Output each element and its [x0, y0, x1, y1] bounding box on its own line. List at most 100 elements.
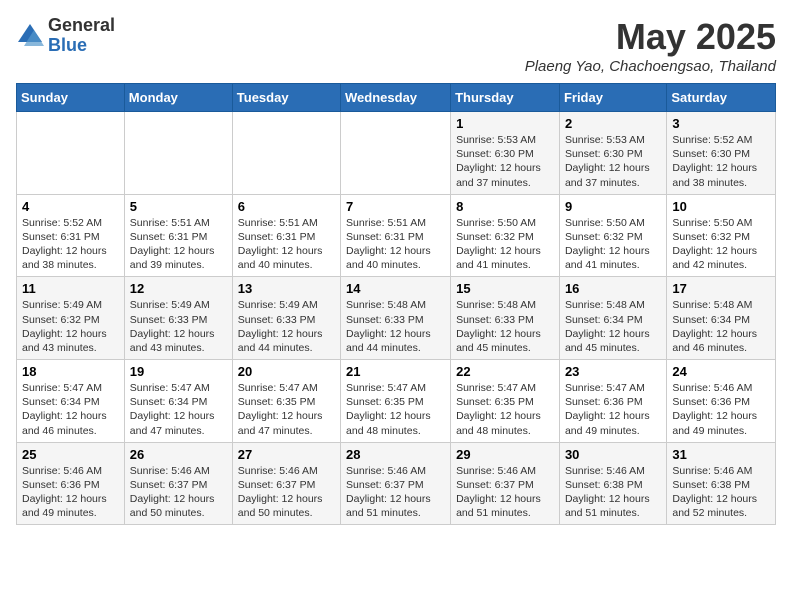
- day-info: Sunrise: 5:48 AM Sunset: 6:33 PM Dayligh…: [346, 298, 445, 355]
- calendar-day-header: Saturday: [667, 84, 776, 112]
- location-title: Plaeng Yao, Chachoengsao, Thailand: [525, 58, 776, 75]
- day-info: Sunrise: 5:48 AM Sunset: 6:33 PM Dayligh…: [456, 298, 554, 355]
- calendar-cell: 2 Sunrise: 5:53 AM Sunset: 6:30 PM Daylig…: [559, 112, 666, 195]
- calendar-day-header: Monday: [124, 84, 232, 112]
- day-info: Sunrise: 5:47 AM Sunset: 6:35 PM Dayligh…: [238, 381, 335, 438]
- calendar-body: 1 Sunrise: 5:53 AM Sunset: 6:30 PM Daylig…: [17, 112, 776, 525]
- calendar-week-row: 18Sunrise: 5:47 AM Sunset: 6:34 PM Dayli…: [17, 360, 776, 443]
- day-number: 3: [672, 116, 770, 131]
- calendar-cell: 13Sunrise: 5:49 AM Sunset: 6:33 PM Dayli…: [232, 277, 340, 360]
- page-header: General Blue May 2025 Plaeng Yao, Chacho…: [16, 16, 776, 75]
- day-number: 9: [565, 199, 661, 214]
- day-info: Sunrise: 5:47 AM Sunset: 6:36 PM Dayligh…: [565, 381, 661, 438]
- day-number: 24: [672, 364, 770, 379]
- calendar-cell: 25 Sunrise: 5:46 AM Sunset: 6:36 PM Dayli…: [17, 442, 125, 525]
- day-info: Sunrise: 5:46 AM Sunset: 6:36 PM Dayligh…: [672, 381, 770, 438]
- calendar-cell: 4 Sunrise: 5:52 AM Sunset: 6:31 PM Daylig…: [17, 194, 125, 277]
- calendar-cell: 11Sunrise: 5:49 AM Sunset: 6:32 PM Dayli…: [17, 277, 125, 360]
- day-number: 29: [456, 447, 554, 462]
- calendar-cell: 8 Sunrise: 5:50 AM Sunset: 6:32 PM Daylig…: [451, 194, 560, 277]
- day-info: Sunrise: 5:46 AM Sunset: 6:36 PM Dayligh…: [22, 464, 119, 521]
- day-info: Sunrise: 5:47 AM Sunset: 6:35 PM Dayligh…: [346, 381, 445, 438]
- calendar-cell: 22 Sunrise: 5:47 AM Sunset: 6:35 PM Dayli…: [451, 360, 560, 443]
- calendar-cell: 31 Sunrise: 5:46 AM Sunset: 6:38 PM Dayli…: [667, 442, 776, 525]
- calendar-cell: 14 Sunrise: 5:48 AM Sunset: 6:33 PM Dayli…: [341, 277, 451, 360]
- calendar-cell: 15Sunrise: 5:48 AM Sunset: 6:33 PM Dayli…: [451, 277, 560, 360]
- calendar-cell: 29Sunrise: 5:46 AM Sunset: 6:37 PM Dayli…: [451, 442, 560, 525]
- day-info: Sunrise: 5:48 AM Sunset: 6:34 PM Dayligh…: [565, 298, 661, 355]
- day-number: 7: [346, 199, 445, 214]
- day-info: Sunrise: 5:49 AM Sunset: 6:33 PM Dayligh…: [130, 298, 227, 355]
- day-number: 30: [565, 447, 661, 462]
- logo-text: General Blue: [48, 16, 115, 56]
- day-number: 23: [565, 364, 661, 379]
- day-number: 27: [238, 447, 335, 462]
- calendar-day-header: Tuesday: [232, 84, 340, 112]
- title-block: May 2025 Plaeng Yao, Chachoengsao, Thail…: [525, 16, 776, 75]
- day-info: Sunrise: 5:51 AM Sunset: 6:31 PM Dayligh…: [130, 216, 227, 273]
- calendar-cell: 30 Sunrise: 5:46 AM Sunset: 6:38 PM Dayli…: [559, 442, 666, 525]
- day-info: Sunrise: 5:52 AM Sunset: 6:31 PM Dayligh…: [22, 216, 119, 273]
- calendar-week-row: 11Sunrise: 5:49 AM Sunset: 6:32 PM Dayli…: [17, 277, 776, 360]
- calendar-cell: 16 Sunrise: 5:48 AM Sunset: 6:34 PM Dayli…: [559, 277, 666, 360]
- day-number: 28: [346, 447, 445, 462]
- month-title: May 2025: [525, 16, 776, 58]
- calendar-cell: 10 Sunrise: 5:50 AM Sunset: 6:32 PM Dayli…: [667, 194, 776, 277]
- calendar-table: SundayMondayTuesdayWednesdayThursdayFrid…: [16, 83, 776, 525]
- day-info: Sunrise: 5:52 AM Sunset: 6:30 PM Dayligh…: [672, 133, 770, 190]
- day-number: 26: [130, 447, 227, 462]
- calendar-cell: 17 Sunrise: 5:48 AM Sunset: 6:34 PM Dayli…: [667, 277, 776, 360]
- day-number: 8: [456, 199, 554, 214]
- day-number: 12: [130, 281, 227, 296]
- day-info: Sunrise: 5:53 AM Sunset: 6:30 PM Dayligh…: [565, 133, 661, 190]
- calendar-cell: [124, 112, 232, 195]
- calendar-week-row: 1 Sunrise: 5:53 AM Sunset: 6:30 PM Daylig…: [17, 112, 776, 195]
- calendar-day-header: Sunday: [17, 84, 125, 112]
- day-info: Sunrise: 5:46 AM Sunset: 6:37 PM Dayligh…: [238, 464, 335, 521]
- day-info: Sunrise: 5:46 AM Sunset: 6:38 PM Dayligh…: [565, 464, 661, 521]
- calendar-day-header: Wednesday: [341, 84, 451, 112]
- calendar-cell: [17, 112, 125, 195]
- day-number: 17: [672, 281, 770, 296]
- day-number: 5: [130, 199, 227, 214]
- calendar-day-header: Friday: [559, 84, 666, 112]
- day-number: 20: [238, 364, 335, 379]
- calendar-cell: [341, 112, 451, 195]
- logo: General Blue: [16, 16, 115, 56]
- calendar-cell: 18Sunrise: 5:47 AM Sunset: 6:34 PM Dayli…: [17, 360, 125, 443]
- day-number: 25: [22, 447, 119, 462]
- calendar-header-row: SundayMondayTuesdayWednesdayThursdayFrid…: [17, 84, 776, 112]
- day-number: 22: [456, 364, 554, 379]
- day-number: 10: [672, 199, 770, 214]
- day-number: 14: [346, 281, 445, 296]
- calendar-cell: 23 Sunrise: 5:47 AM Sunset: 6:36 PM Dayli…: [559, 360, 666, 443]
- calendar-week-row: 4 Sunrise: 5:52 AM Sunset: 6:31 PM Daylig…: [17, 194, 776, 277]
- day-info: Sunrise: 5:47 AM Sunset: 6:35 PM Dayligh…: [456, 381, 554, 438]
- day-info: Sunrise: 5:46 AM Sunset: 6:37 PM Dayligh…: [346, 464, 445, 521]
- day-number: 1: [456, 116, 554, 131]
- day-number: 31: [672, 447, 770, 462]
- calendar-cell: 9 Sunrise: 5:50 AM Sunset: 6:32 PM Daylig…: [559, 194, 666, 277]
- day-info: Sunrise: 5:50 AM Sunset: 6:32 PM Dayligh…: [565, 216, 661, 273]
- calendar-cell: 12 Sunrise: 5:49 AM Sunset: 6:33 PM Dayli…: [124, 277, 232, 360]
- calendar-cell: 3 Sunrise: 5:52 AM Sunset: 6:30 PM Daylig…: [667, 112, 776, 195]
- day-info: Sunrise: 5:50 AM Sunset: 6:32 PM Dayligh…: [456, 216, 554, 273]
- calendar-cell: 20 Sunrise: 5:47 AM Sunset: 6:35 PM Dayli…: [232, 360, 340, 443]
- logo-icon: [16, 22, 44, 50]
- calendar-cell: [232, 112, 340, 195]
- day-number: 11: [22, 281, 119, 296]
- day-info: Sunrise: 5:46 AM Sunset: 6:38 PM Dayligh…: [672, 464, 770, 521]
- day-number: 4: [22, 199, 119, 214]
- day-info: Sunrise: 5:50 AM Sunset: 6:32 PM Dayligh…: [672, 216, 770, 273]
- day-info: Sunrise: 5:53 AM Sunset: 6:30 PM Dayligh…: [456, 133, 554, 190]
- day-number: 16: [565, 281, 661, 296]
- calendar-cell: 26 Sunrise: 5:46 AM Sunset: 6:37 PM Dayli…: [124, 442, 232, 525]
- day-number: 2: [565, 116, 661, 131]
- calendar-cell: 1 Sunrise: 5:53 AM Sunset: 6:30 PM Daylig…: [451, 112, 560, 195]
- day-info: Sunrise: 5:48 AM Sunset: 6:34 PM Dayligh…: [672, 298, 770, 355]
- calendar-cell: 7 Sunrise: 5:51 AM Sunset: 6:31 PM Daylig…: [341, 194, 451, 277]
- day-info: Sunrise: 5:51 AM Sunset: 6:31 PM Dayligh…: [346, 216, 445, 273]
- day-info: Sunrise: 5:46 AM Sunset: 6:37 PM Dayligh…: [130, 464, 227, 521]
- day-info: Sunrise: 5:47 AM Sunset: 6:34 PM Dayligh…: [130, 381, 227, 438]
- calendar-cell: 19Sunrise: 5:47 AM Sunset: 6:34 PM Dayli…: [124, 360, 232, 443]
